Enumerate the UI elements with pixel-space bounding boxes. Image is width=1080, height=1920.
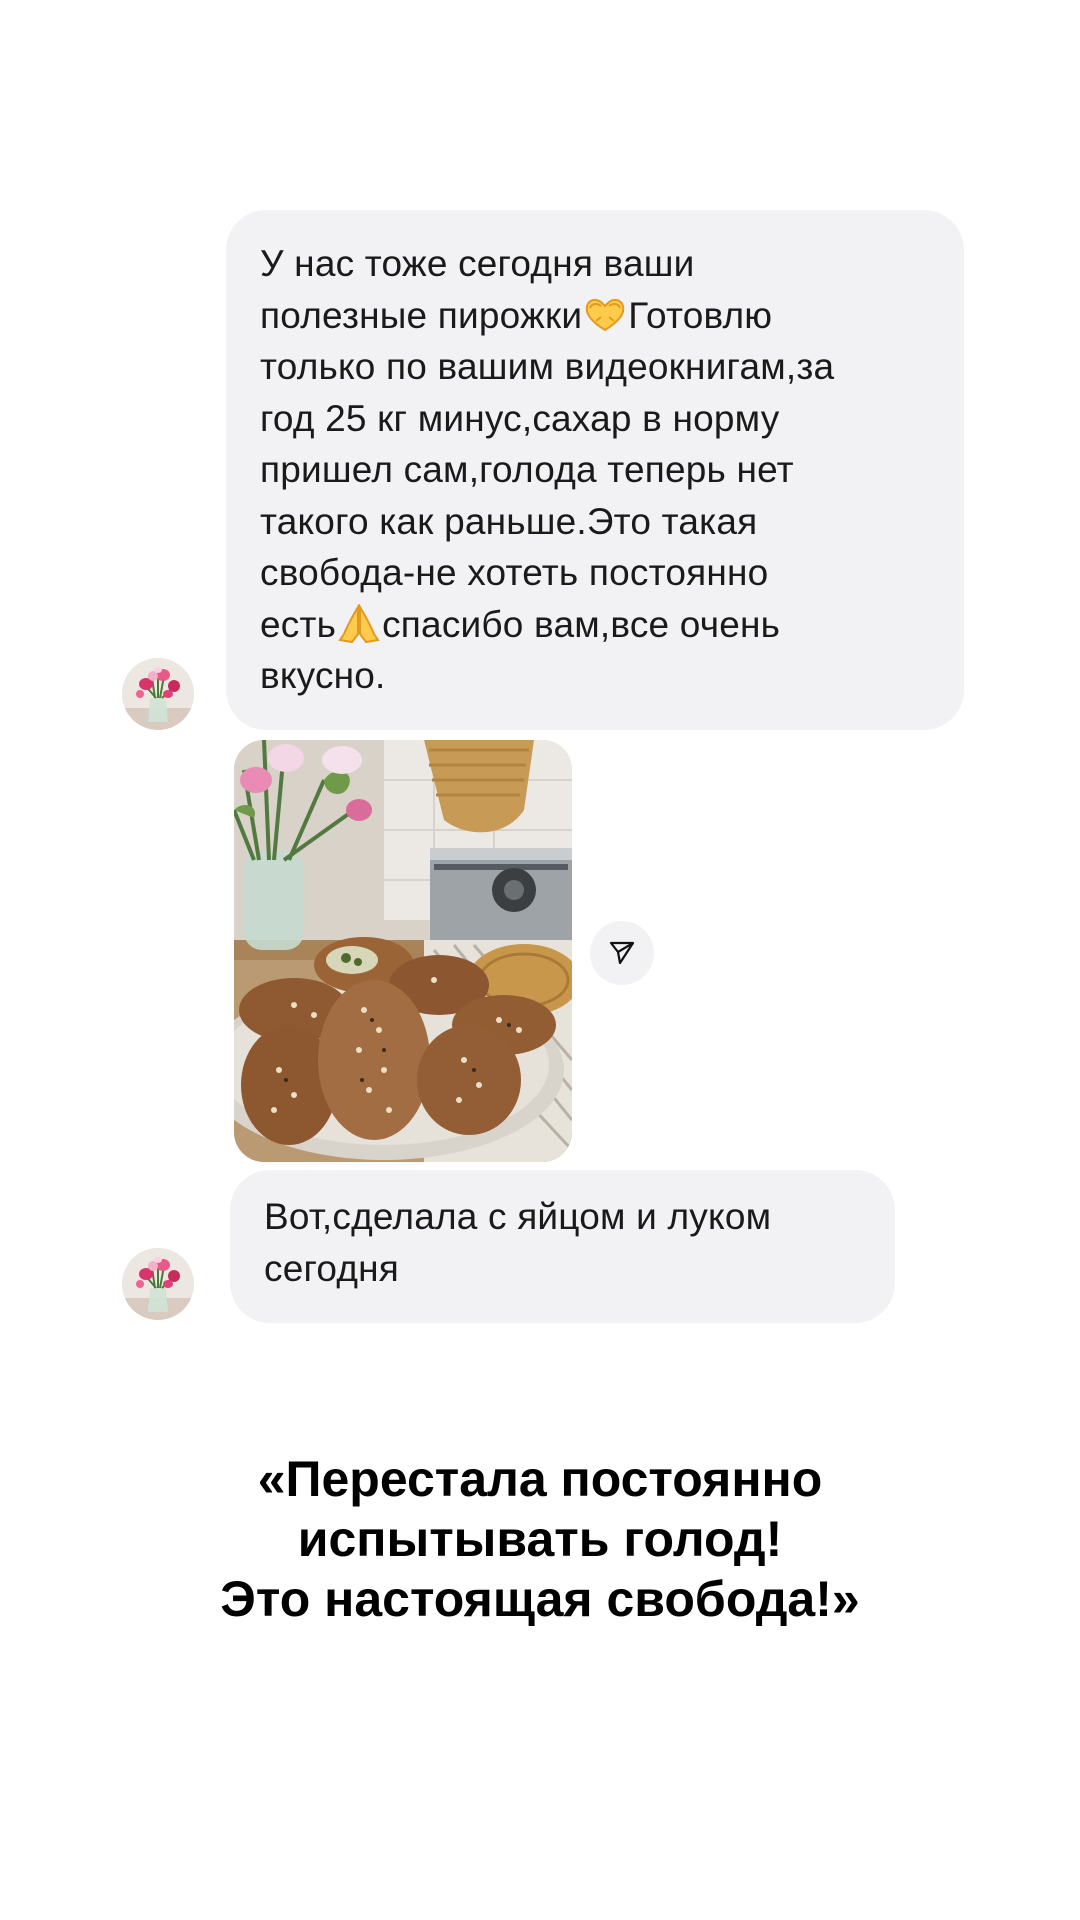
quote-line: испытывать голод! [297,1511,783,1567]
pirozhki-photo-icon [234,740,572,1162]
message-line: Вот,сделала с яйцом и луком [264,1196,772,1237]
message-fragment: спасибо вам,все очень [382,603,781,645]
message-fragment: Готовлю [628,294,773,336]
message-line: год 25 кг минус,сахар в норму [260,397,780,439]
message-line: вкусно. [260,655,386,696]
message-line: такого как раньше.Это такая [260,500,758,542]
quote-line: «Перестала постоянно [257,1451,823,1507]
message-line: свобода-не хотеть постоянно [260,552,769,593]
paper-plane-icon [609,941,635,965]
message-line: сегодня [264,1247,399,1289]
sender-avatar[interactable] [122,658,194,730]
message-line: есть спасибо вам,все очень [260,599,964,651]
sender-avatar[interactable] [122,1248,194,1320]
folded-hands-emoji-icon [336,603,382,644]
message-bubble-1[interactable]: У нас тоже сегодня ваши полезные пирожки… [226,210,964,730]
share-button[interactable] [590,921,654,985]
message-line: У нас тоже сегодня ваши [260,243,695,284]
flower-vase-avatar-icon [122,658,194,730]
message-line: только по вашим видеокнигам,за [260,346,835,387]
testimonial-quote: «Перестала постоянно испытывать голод! Э… [0,1449,1080,1629]
message-photo[interactable] [234,740,572,1162]
message-text: Вот,сделала с яйцом и луком сегодня [264,1191,895,1294]
message-text: У нас тоже сегодня ваши полезные пирожки… [260,238,964,702]
message-fragment: есть [260,603,337,645]
message-line: полезные пирожки Готовлю [260,290,964,342]
flower-vase-avatar-icon [122,1248,194,1320]
message-line: пришел сам,голода теперь нет [260,449,794,490]
quote-line: Это настоящая свобода!» [220,1571,860,1627]
heart-hands-emoji-icon [582,295,628,335]
message-bubble-2[interactable]: Вот,сделала с яйцом и луком сегодня [230,1170,895,1323]
message-fragment: полезные пирожки [260,294,583,336]
